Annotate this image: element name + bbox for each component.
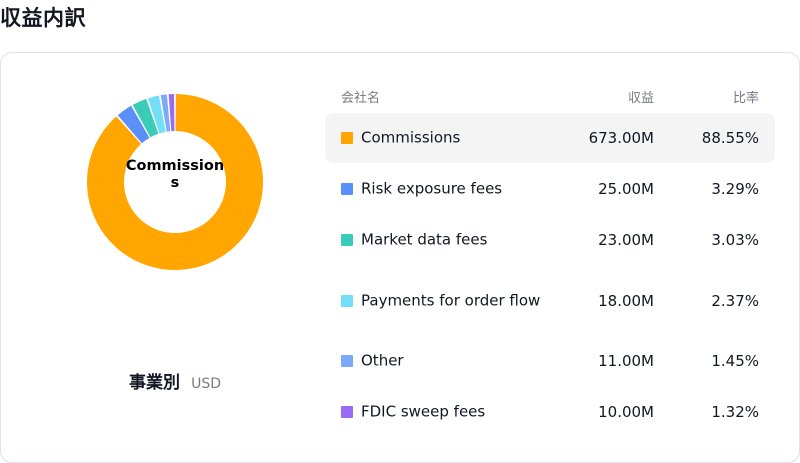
row-name: Risk exposure fees xyxy=(361,179,503,198)
row-ratio: 88.55% xyxy=(701,129,759,147)
donut-chart: Commissions xyxy=(85,92,265,272)
column-header-name: 会社名 xyxy=(341,91,381,106)
table-header: 会社名 収益 比率 xyxy=(325,85,775,106)
row-revenue: 18.00M xyxy=(598,292,654,310)
chart-caption-currency: USD xyxy=(191,376,221,392)
donut-center-label: Commissions xyxy=(125,158,225,191)
legend-swatch xyxy=(341,183,353,195)
chart-caption: 事業別 USD xyxy=(0,368,350,393)
legend-swatch xyxy=(341,132,353,144)
table-row-commissions[interactable]: Commissions 673.00M 88.55% xyxy=(325,113,775,163)
row-name: FDIC sweep fees xyxy=(361,402,486,421)
row-name: Market data fees xyxy=(361,230,488,249)
column-header-ratio: 比率 xyxy=(732,91,759,106)
row-revenue: 11.00M xyxy=(598,352,654,370)
row-name: Payments for order flow xyxy=(361,291,541,310)
table-row-fdic-sweep-fees[interactable]: FDIC sweep fees 10.00M 1.32% xyxy=(325,387,775,437)
table-row-payments-for-order-flow[interactable]: Payments for order flow 18.00M 2.37% xyxy=(325,266,775,336)
legend-swatch xyxy=(341,355,353,367)
legend-swatch xyxy=(341,234,353,246)
row-name: Other xyxy=(361,351,404,370)
row-revenue: 10.00M xyxy=(598,403,654,421)
page-title: 収益内訳 xyxy=(0,6,86,30)
legend-swatch xyxy=(341,295,353,307)
row-revenue: 673.00M xyxy=(588,129,654,147)
row-ratio: 3.29% xyxy=(711,180,759,198)
table-row-market-data-fees[interactable]: Market data fees 23.00M 3.03% xyxy=(325,215,775,265)
row-ratio: 1.45% xyxy=(711,352,759,370)
row-name: Commissions xyxy=(361,128,461,147)
row-ratio: 3.03% xyxy=(711,231,759,249)
legend-swatch xyxy=(341,406,353,418)
column-header-revenue: 収益 xyxy=(627,91,654,106)
row-ratio: 1.32% xyxy=(711,403,759,421)
chart-caption-title: 事業別 xyxy=(128,373,180,393)
table-row-risk-exposure-fees[interactable]: Risk exposure fees 25.00M 3.29% xyxy=(325,164,775,214)
row-revenue: 25.00M xyxy=(598,180,654,198)
table-row-other[interactable]: Other 11.00M 1.45% xyxy=(325,336,775,386)
row-revenue: 23.00M xyxy=(598,231,654,249)
row-ratio: 2.37% xyxy=(711,292,759,310)
